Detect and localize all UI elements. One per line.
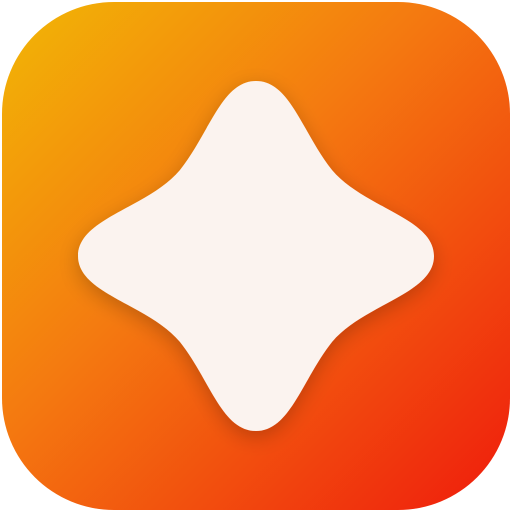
- app-icon-canvas: [0, 0, 512, 512]
- app-icon[interactable]: [2, 2, 510, 510]
